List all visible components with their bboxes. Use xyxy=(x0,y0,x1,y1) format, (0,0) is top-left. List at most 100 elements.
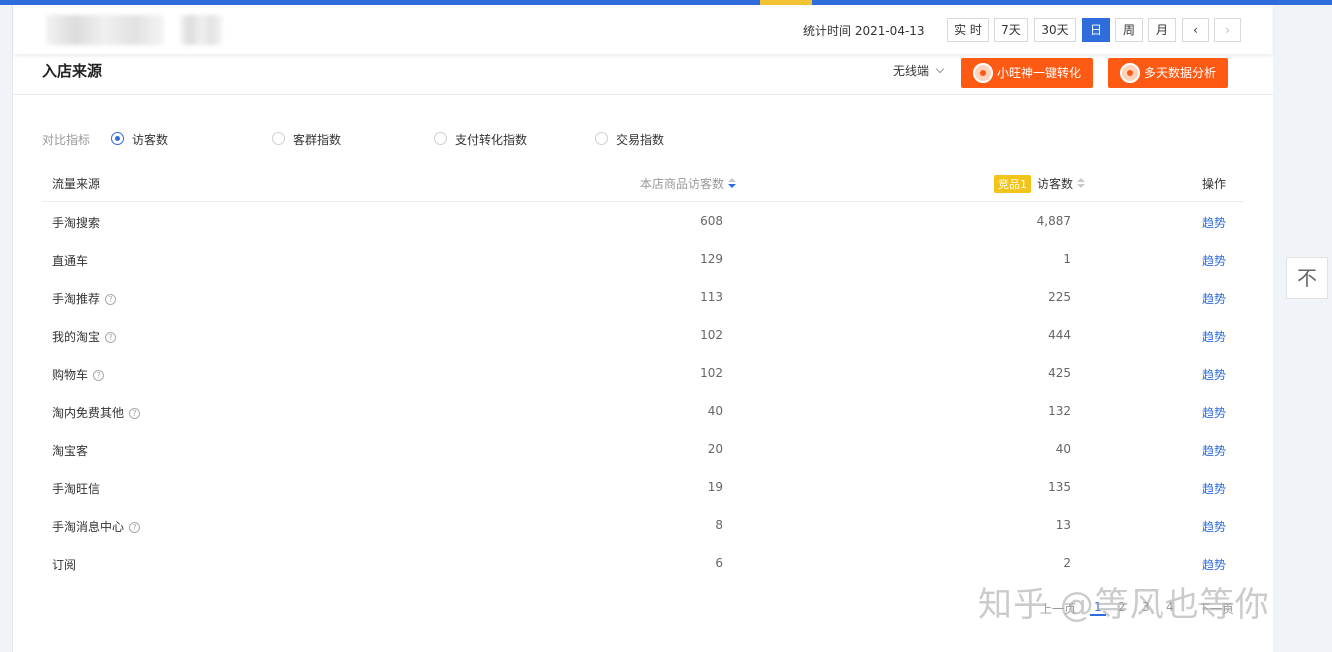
table-row: 手淘消息中心? 8 13 趋势 xyxy=(42,506,1244,544)
competitor-badge: 竞品1 xyxy=(993,175,1031,193)
trend-link[interactable]: 趋势 xyxy=(1202,404,1226,421)
one-click-convert-label: 小旺神一键转化 xyxy=(997,66,1082,80)
radio-circle xyxy=(434,132,447,145)
radio-payment-conversion[interactable]: 支付转化指数 xyxy=(434,131,528,148)
trend-link[interactable]: 趋势 xyxy=(1202,556,1226,573)
store-visitors-cell: 20 xyxy=(707,442,723,456)
source-label: 淘内免费其他 xyxy=(52,406,125,420)
device-select[interactable]: 无线端 xyxy=(893,62,945,79)
competitor-visitors-cell: 135 xyxy=(1048,480,1071,494)
source-label: 直通车 xyxy=(52,254,89,268)
radio-customer-index[interactable]: 客群指数 xyxy=(272,131,342,148)
section-divider xyxy=(13,94,1273,95)
table-row: 购物车? 102 425 趋势 xyxy=(42,354,1244,392)
next-date-button[interactable]: › xyxy=(1214,18,1241,42)
trend-link[interactable]: 趋势 xyxy=(1202,328,1226,345)
competitor-visitors-cell: 13 xyxy=(1055,518,1071,532)
multi-day-analysis-label: 多天数据分析 xyxy=(1144,66,1217,80)
table-header: 流量来源 本店商品访客数 竞品1 访客数 操作 xyxy=(42,164,1244,202)
chevron-down-icon xyxy=(935,64,945,74)
range-realtime-button[interactable]: 实 时 xyxy=(947,18,989,42)
store-visitors-cell: 129 xyxy=(700,252,723,266)
store-visitors-cell: 113 xyxy=(700,290,723,304)
table-row: 手淘旺信 19 135 趋势 xyxy=(42,468,1244,506)
radio-label: 交易指数 xyxy=(616,133,665,147)
radio-circle xyxy=(272,132,285,145)
table-row: 淘内免费其他? 40 132 趋势 xyxy=(42,392,1244,430)
radio-circle xyxy=(595,132,608,145)
range-month-button[interactable]: 月 xyxy=(1148,18,1176,42)
table-row: 手淘推荐? 113 225 趋势 xyxy=(42,278,1244,316)
arrow-up-icon: 不 xyxy=(1297,266,1317,290)
store-visitors-cell: 40 xyxy=(707,404,723,418)
range-7day-button[interactable]: 7天 xyxy=(994,18,1028,42)
range-30day-button[interactable]: 30天 xyxy=(1034,18,1076,42)
one-click-convert-button[interactable]: 小旺神一键转化 xyxy=(961,58,1093,88)
radio-visitors[interactable]: 访客数 xyxy=(111,131,168,148)
help-icon[interactable]: ? xyxy=(93,370,105,381)
multi-day-analysis-button[interactable]: 多天数据分析 xyxy=(1108,58,1228,88)
store-visitors-cell: 102 xyxy=(700,366,723,380)
source-label: 手淘搜索 xyxy=(52,216,101,230)
chevron-right-icon: › xyxy=(1225,23,1230,37)
competitor-visitors-cell: 444 xyxy=(1048,328,1071,342)
stat-time: 统计时间 2021-04-13 xyxy=(803,24,925,38)
store-visitors-cell: 102 xyxy=(700,328,723,342)
prev-date-button[interactable]: ‹ xyxy=(1182,18,1209,42)
table-row: 淘宝客 20 40 趋势 xyxy=(42,430,1244,468)
back-to-top-button[interactable]: 不 xyxy=(1286,257,1328,299)
blurred-shop-name xyxy=(46,15,164,45)
trend-link[interactable]: 趋势 xyxy=(1202,214,1226,231)
help-icon[interactable]: ? xyxy=(105,332,117,343)
trend-link[interactable]: 趋势 xyxy=(1202,518,1226,535)
source-cell: 我的淘宝? xyxy=(52,328,117,345)
blurred-shop-tag xyxy=(180,15,222,45)
header-action: 操作 xyxy=(1202,177,1227,191)
sort-icon xyxy=(1077,178,1085,190)
table-row: 手淘搜索 608 4,887 趋势 xyxy=(42,202,1244,240)
header-store-visitors-label: 本店商品访客数 xyxy=(639,177,724,191)
competitor-visitors-cell: 425 xyxy=(1048,366,1071,380)
section-title: 入店来源 xyxy=(42,62,103,80)
competitor-visitors-cell: 4,887 xyxy=(1036,214,1071,228)
device-select-value: 无线端 xyxy=(893,64,930,78)
wangwang-icon xyxy=(973,63,993,83)
help-icon[interactable]: ? xyxy=(129,408,141,419)
store-visitors-cell: 6 xyxy=(715,556,723,570)
table-row: 直通车 129 1 趋势 xyxy=(42,240,1244,278)
header-competitor-visitors[interactable]: 竞品1 访客数 xyxy=(993,175,1085,193)
source-cell: 手淘消息中心? xyxy=(52,518,141,535)
help-icon[interactable]: ? xyxy=(105,294,117,305)
sort-icon xyxy=(728,178,736,190)
source-label: 订阅 xyxy=(52,558,77,572)
source-label: 购物车 xyxy=(52,368,89,382)
range-day-button[interactable]: 日 xyxy=(1082,18,1110,42)
source-cell: 手淘推荐? xyxy=(52,290,117,307)
source-cell: 订阅 xyxy=(52,556,76,573)
help-icon[interactable]: ? xyxy=(129,522,141,533)
trend-link[interactable]: 趋势 xyxy=(1202,366,1226,383)
radio-trade-index[interactable]: 交易指数 xyxy=(595,131,665,148)
trend-link[interactable]: 趋势 xyxy=(1202,480,1226,497)
trend-link[interactable]: 趋势 xyxy=(1202,290,1226,307)
header-competitor-label: 访客数 xyxy=(1036,177,1073,191)
competitor-visitors-cell: 40 xyxy=(1055,442,1071,456)
header-store-visitors[interactable]: 本店商品访客数 xyxy=(640,175,736,192)
source-label: 我的淘宝 xyxy=(52,330,101,344)
store-visitors-cell: 608 xyxy=(700,214,723,228)
radio-label: 客群指数 xyxy=(293,133,342,147)
table-row: 我的淘宝? 102 444 趋势 xyxy=(42,316,1244,354)
source-cell: 直通车 xyxy=(52,252,88,269)
source-label: 手淘消息中心 xyxy=(52,520,125,534)
wangwang-icon xyxy=(1120,63,1140,83)
watermark: 知乎 @等风也等你 xyxy=(978,585,1270,625)
competitor-visitors-cell: 1 xyxy=(1063,252,1071,266)
radio-circle-checked xyxy=(111,132,124,145)
trend-link[interactable]: 趋势 xyxy=(1202,252,1226,269)
radio-label: 支付转化指数 xyxy=(455,133,528,147)
range-week-button[interactable]: 周 xyxy=(1115,18,1143,42)
trend-link[interactable]: 趋势 xyxy=(1202,442,1226,459)
header-source: 流量来源 xyxy=(52,177,101,191)
competitor-visitors-cell: 132 xyxy=(1048,404,1071,418)
source-label: 淘宝客 xyxy=(52,444,89,458)
